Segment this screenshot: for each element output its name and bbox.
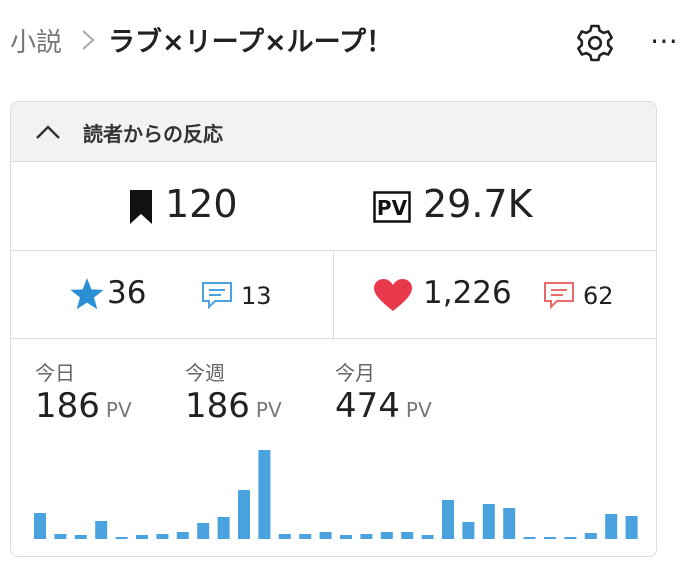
- stat-week-value: 186: [185, 386, 250, 426]
- stat-unit: PV: [255, 398, 282, 422]
- chart-bar: [238, 490, 250, 539]
- stat-today-value: 186: [35, 386, 100, 426]
- more-horizontal-icon[interactable]: ⋯: [650, 26, 680, 56]
- heart-count: 1,226: [423, 275, 512, 311]
- chart-bar: [54, 534, 67, 539]
- chart-bar: [136, 535, 148, 539]
- stat-week: 今週 186 PV: [185, 357, 282, 426]
- breadcrumb-root[interactable]: 小説: [10, 22, 62, 59]
- totals-row: 120 PV 29.7K: [11, 162, 656, 251]
- star-count: 36: [107, 275, 147, 311]
- chart-bar: [564, 537, 577, 539]
- pv-total: 29.7K: [423, 182, 533, 226]
- chart-bar: [584, 533, 597, 539]
- heart-icon: [374, 279, 412, 311]
- bookmark-icon: [130, 190, 152, 224]
- stat-month-value: 474: [335, 386, 400, 426]
- heart-comment-count: 62: [583, 282, 614, 310]
- chart-bar: [176, 532, 189, 539]
- chevron-up-icon[interactable]: [35, 122, 61, 142]
- chart-bar: [523, 537, 536, 539]
- pv-badge-label: PV: [377, 196, 408, 220]
- stat-week-label: 今週: [185, 361, 225, 385]
- chart-bar: [217, 517, 230, 539]
- chart-bar: [115, 537, 128, 539]
- stat-month-label: 今月: [335, 361, 375, 385]
- bookmark-count: 120: [165, 182, 238, 226]
- chart-bar: [360, 534, 373, 539]
- chart-bar: [380, 532, 393, 539]
- stat-unit: PV: [405, 398, 432, 422]
- comment-icon: [202, 282, 232, 309]
- chart-bar: [625, 516, 638, 539]
- chart-bar: [503, 508, 516, 539]
- chart-bar: [34, 513, 46, 539]
- chart-bar: [462, 522, 475, 539]
- pv-stats: 今日 186 PV 今週 186 PV 今月 474 PV: [11, 339, 656, 556]
- chart-bar: [95, 521, 108, 539]
- stat-unit: PV: [105, 398, 132, 422]
- chart-bar: [442, 500, 454, 539]
- chart-bar: [421, 535, 434, 539]
- stat-month: 今月 474 PV: [335, 357, 432, 426]
- chart-bar: [544, 537, 556, 539]
- breadcrumb-title: ラブ×リープ×ループ！: [108, 27, 394, 58]
- pv-icon: PV: [373, 191, 411, 223]
- chart-bar: [319, 532, 332, 539]
- chart-bar: [74, 535, 87, 539]
- stat-today: 今日 186 PV: [35, 357, 132, 426]
- row-divider: [333, 251, 334, 338]
- chevron-right-icon: [82, 30, 95, 50]
- reader-reactions-panel: 読者からの反応 120 PV 29.7K 36 13 1,226 62 今日 1…: [10, 101, 657, 557]
- chart-bar: [299, 534, 312, 539]
- comment-icon: [544, 282, 574, 309]
- star-comment-count: 13: [241, 282, 272, 310]
- chart-bar: [401, 532, 414, 539]
- chart-bar: [482, 504, 495, 539]
- chart-bar: [605, 514, 618, 539]
- gear-icon[interactable]: [574, 22, 616, 64]
- chart-bar: [340, 535, 352, 539]
- chart-bar: [197, 523, 210, 539]
- star-icon: [70, 278, 104, 310]
- panel-title: 読者からの反応: [83, 122, 223, 146]
- app-header: 小説 ラブ×リープ×ループ！ ⋯: [0, 0, 680, 84]
- chart-bar: [156, 534, 169, 539]
- chart-bar: [278, 534, 291, 539]
- chart-bar: [258, 450, 271, 539]
- stat-today-label: 今日: [35, 361, 75, 385]
- reactions-row: 36 13 1,226 62: [11, 251, 656, 339]
- panel-header[interactable]: 読者からの反応: [11, 102, 656, 162]
